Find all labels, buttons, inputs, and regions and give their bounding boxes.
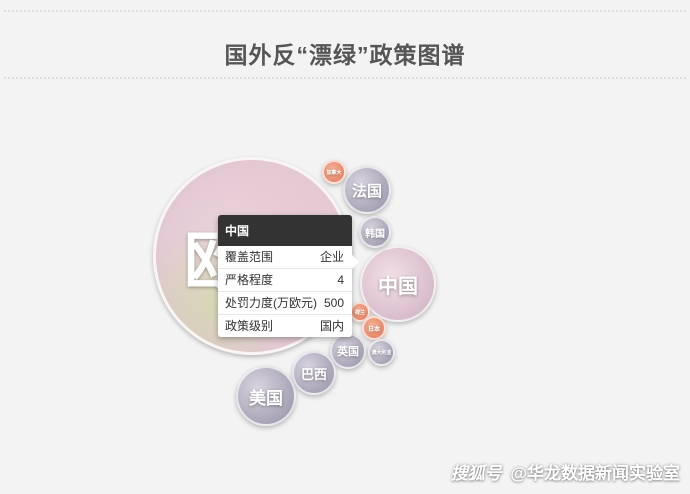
tooltip-row: 处罚力度(万欧元) 500 [218, 292, 352, 315]
bubble-label: 荷兰 [354, 309, 365, 316]
tooltip-row-label: 覆盖范围 [225, 250, 274, 264]
bubble-japan[interactable]: 日本 [362, 316, 386, 340]
bubble-australia[interactable]: 澳大利亚 [368, 339, 395, 366]
bubble-label: 加拿大 [326, 169, 342, 176]
tooltip-row: 覆盖范围 企业 [218, 246, 352, 269]
bubble-label: 英国 [337, 346, 359, 358]
bubble-label: 巴西 [300, 366, 327, 382]
bubble-usa[interactable]: 美国 [236, 366, 296, 426]
bubble-label: 法国 [351, 182, 382, 200]
tooltip-title: 中国 [218, 215, 352, 246]
tooltip-row-label: 处罚力度(万欧元) [225, 296, 317, 310]
tooltip-row: 政策级别 国内 [218, 315, 352, 337]
tooltip-row-value: 500 [323, 296, 344, 310]
bubble-label: 美国 [249, 388, 283, 408]
tooltip-row: 严格程度 4 [218, 269, 352, 292]
bubble-label: 日本 [367, 326, 380, 333]
bubble-tooltip: 中国 覆盖范围 企业 严格程度 4 处罚力度(万欧元) 500 政策级别 国内 [218, 215, 359, 337]
watermark-text: @华龙数据新闻实验室 [510, 464, 680, 483]
top-dotted-divider [4, 10, 686, 12]
bubble-canada[interactable]: 加拿大 [322, 160, 346, 184]
watermark: 搜狐号 @华龙数据新闻实验室 [451, 459, 680, 484]
watermark-logo: 搜狐号 [450, 464, 502, 483]
bubble-china[interactable]: 中国 [360, 246, 436, 322]
title-dotted-divider [4, 77, 686, 79]
tooltip-row-label: 严格程度 [225, 273, 274, 287]
page-title: 国外反“漂绿”政策图谱 [224, 42, 466, 68]
bubble-brazil[interactable]: 巴西 [292, 351, 336, 395]
bubble-label: 中国 [378, 275, 418, 298]
bubble-korea[interactable]: 韩国 [359, 216, 391, 248]
tooltip-row-value: 国内 [319, 319, 344, 333]
tooltip-row-label: 政策级别 [225, 319, 274, 333]
tooltip-arrow [352, 255, 359, 269]
tooltip-row-value: 4 [337, 273, 344, 287]
bubble-label: 韩国 [365, 228, 385, 240]
bubble-france[interactable]: 法国 [343, 166, 391, 214]
tooltip-row-value: 企业 [319, 250, 344, 264]
bubble-label: 澳大利亚 [371, 350, 392, 356]
bubble-uk[interactable]: 英国 [330, 333, 366, 369]
